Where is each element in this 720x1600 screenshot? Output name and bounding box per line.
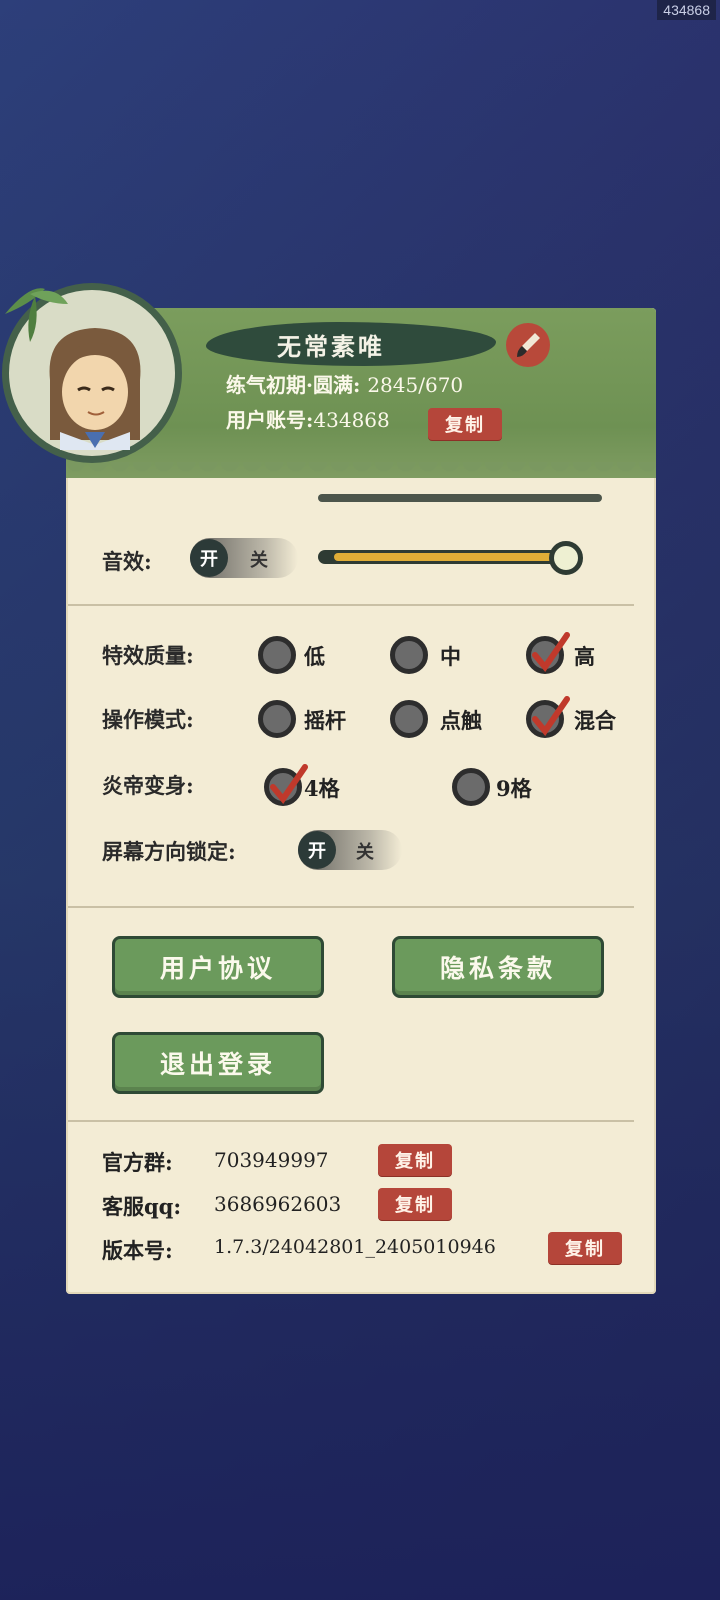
sfx-volume-thumb[interactable]	[549, 541, 583, 575]
control-mixed-label: 混合	[574, 708, 616, 733]
version-value: 1.7.3/24042801_2405010946	[214, 1236, 496, 1258]
user-agreement-button[interactable]: 用户协议	[112, 936, 324, 998]
official-group-label: 官方群:	[102, 1150, 173, 1175]
section-divider	[68, 604, 634, 606]
edit-name-button[interactable]	[506, 323, 550, 367]
user-id-watermark: 434868	[657, 0, 716, 20]
control-touch-label: 点触	[440, 708, 482, 733]
transform-9grid-radio[interactable]	[452, 768, 490, 806]
effect-quality-label: 特效质量:	[102, 643, 194, 668]
toggle-on-knob: 开	[298, 831, 336, 869]
realm-text: 练气初期·圆满: 2845/670	[226, 373, 464, 397]
account-id: 434868	[313, 408, 390, 432]
privacy-policy-button[interactable]: 隐私条款	[392, 936, 604, 998]
sfx-toggle[interactable]: 开 关	[190, 538, 298, 578]
music-slider-partial[interactable]	[318, 494, 602, 502]
effect-low-label: 低	[304, 644, 325, 669]
toggle-off-label: 关	[356, 842, 374, 863]
effect-low-radio[interactable]	[258, 636, 296, 674]
sfx-volume-fill	[334, 553, 566, 561]
support-qq-value: 3686962603	[214, 1192, 342, 1216]
transform-9grid-label: 9格	[496, 776, 532, 801]
section-divider	[68, 1120, 634, 1122]
sfx-volume-slider[interactable]	[318, 550, 582, 564]
control-touch-radio[interactable]	[390, 700, 428, 738]
header-torn-edge	[66, 462, 656, 490]
checkmark-icon	[532, 696, 570, 736]
effect-high-label: 高	[574, 644, 595, 669]
orientation-lock-label: 屏幕方向锁定:	[102, 839, 236, 864]
copy-account-button[interactable]: 复制	[428, 408, 502, 440]
copy-group-button[interactable]: 复制	[378, 1144, 452, 1176]
control-joystick-radio[interactable]	[258, 700, 296, 738]
checkmark-icon	[270, 764, 308, 804]
official-group-value: 703949997	[214, 1148, 329, 1172]
control-joystick-label: 摇杆	[304, 708, 346, 733]
player-name: 无常素唯	[206, 322, 496, 366]
transform-4grid-radio[interactable]	[264, 764, 308, 806]
transform-label: 炎帝变身:	[102, 773, 194, 798]
checkmark-icon	[532, 632, 570, 672]
toggle-off-label: 关	[250, 550, 268, 571]
account-text: 用户账号:434868	[226, 408, 390, 432]
control-mixed-radio[interactable]	[526, 696, 570, 738]
effect-high-radio[interactable]	[526, 632, 570, 674]
effect-mid-label: 中	[440, 644, 461, 669]
brush-icon	[517, 333, 540, 357]
control-mode-label: 操作模式:	[102, 707, 194, 732]
transform-4grid-label: 4格	[304, 776, 340, 801]
orientation-lock-toggle[interactable]: 开 关	[298, 830, 402, 870]
logout-button[interactable]: 退出登录	[112, 1032, 324, 1094]
realm-progress: 2845/670	[367, 373, 464, 397]
section-divider	[68, 906, 634, 908]
version-label: 版本号:	[102, 1238, 173, 1263]
copy-qq-button[interactable]: 复制	[378, 1188, 452, 1220]
bamboo-leaf-icon	[5, 288, 68, 342]
copy-version-button[interactable]: 复制	[548, 1232, 622, 1264]
sfx-label: 音效:	[102, 549, 152, 574]
effect-mid-radio[interactable]	[390, 636, 428, 674]
toggle-on-knob: 开	[190, 539, 228, 577]
support-qq-label: 客服qq:	[102, 1194, 182, 1219]
